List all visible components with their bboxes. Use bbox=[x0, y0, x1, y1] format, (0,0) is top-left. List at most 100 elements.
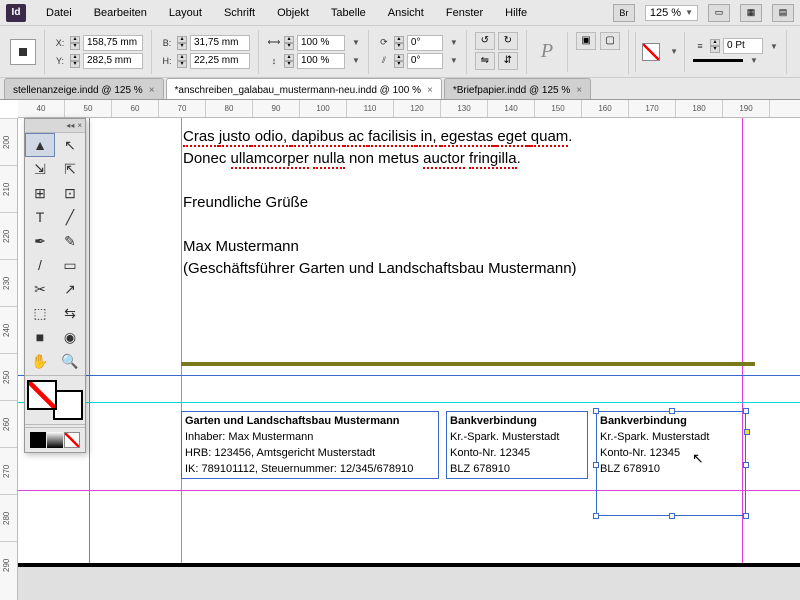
screen-mode-button[interactable]: ▦ bbox=[740, 4, 762, 22]
type-tool[interactable]: T bbox=[25, 205, 55, 229]
scale-y-field[interactable]: 100 % bbox=[297, 53, 345, 69]
w-field[interactable]: 31,75 mm bbox=[190, 35, 250, 51]
doc-tab-3-label: *Briefpapier.indd @ 125 % bbox=[453, 85, 570, 96]
x-spinner[interactable]: ▴▾ bbox=[70, 36, 80, 50]
menu-layout[interactable]: Layout bbox=[159, 5, 212, 21]
horizontal-ruler[interactable]: 4050607080901001101201301401501601701801… bbox=[18, 100, 800, 118]
h-field[interactable]: 22,25 mm bbox=[190, 53, 250, 69]
menu-file[interactable]: Datei bbox=[36, 5, 82, 21]
shear-spinner[interactable]: ▴▾ bbox=[394, 54, 404, 68]
footer-frame-3-selected[interactable]: Bankverbindung Kr.-Spark. Musterstadt Ko… bbox=[596, 411, 746, 516]
collapse-icon[interactable]: ◂◂ bbox=[66, 121, 74, 130]
scissors-tool[interactable]: ✂ bbox=[25, 277, 55, 301]
selection-tool[interactable]: ▲ bbox=[25, 133, 55, 157]
pencil-tool[interactable]: ✎ bbox=[55, 229, 85, 253]
view-mode-button[interactable]: ▭ bbox=[708, 4, 730, 22]
w-spinner[interactable]: ▴▾ bbox=[177, 36, 187, 50]
menu-edit[interactable]: Bearbeiten bbox=[84, 5, 157, 21]
toolbox-panel[interactable]: ◂◂× ▲ ↖ ⇲ ⇱ ⊞ ⊡ T ╱ ✒ ✎ / ▭ ✂ ↗ ⬚ ⇆ ■ ◉ … bbox=[24, 118, 86, 453]
flip-h-button[interactable]: ⇋ bbox=[475, 52, 495, 70]
doc-tab-2[interactable]: *anschreiben_galabau_mustermann-neu.indd… bbox=[166, 78, 442, 99]
selection-handle[interactable] bbox=[593, 462, 599, 468]
company-name: Garten und Landschaftsbau Mustermann bbox=[185, 415, 400, 427]
stroke-style[interactable] bbox=[693, 59, 743, 62]
line-tool[interactable]: ╱ bbox=[55, 205, 85, 229]
selection-handle[interactable] bbox=[669, 408, 675, 414]
zoom-select[interactable]: 125 %▼ bbox=[645, 5, 698, 21]
close-icon[interactable]: × bbox=[77, 121, 82, 130]
gradient-swatch-tool[interactable]: ⬚ bbox=[25, 301, 55, 325]
scale-x-field[interactable]: 100 % bbox=[297, 35, 345, 51]
shear-field[interactable]: 0° bbox=[407, 53, 443, 69]
sender-name: Max Mustermann bbox=[183, 236, 663, 258]
bridge-button[interactable]: Br bbox=[613, 4, 635, 22]
reference-point-grid[interactable] bbox=[10, 39, 36, 65]
doc-tab-1[interactable]: stellenanzeige.indd @ 125 %× bbox=[4, 78, 164, 99]
content-placer-tool[interactable]: ⊡ bbox=[55, 181, 85, 205]
rot-spinner[interactable]: ▴▾ bbox=[394, 36, 404, 50]
doc-tab-3[interactable]: *Briefpapier.indd @ 125 % × bbox=[444, 78, 591, 99]
canvas[interactable]: Cras justo odio, dapibus ac facilisis in… bbox=[18, 118, 800, 600]
rotate-ccw-button[interactable]: ↺ bbox=[475, 32, 495, 50]
apply-gradient-button[interactable] bbox=[47, 432, 63, 448]
y-spinner[interactable]: ▴▾ bbox=[70, 54, 80, 68]
menu-table[interactable]: Tabelle bbox=[321, 5, 376, 21]
direct-selection-tool[interactable]: ↖ bbox=[55, 133, 85, 157]
selection-handle[interactable] bbox=[743, 408, 749, 414]
note-tool[interactable]: ■ bbox=[25, 325, 55, 349]
flip-v-button[interactable]: ⇵ bbox=[498, 52, 518, 70]
rectangle-tool[interactable]: ▭ bbox=[55, 253, 85, 277]
apply-none-button[interactable] bbox=[64, 432, 80, 448]
stroke-spinner[interactable]: ▴▾ bbox=[710, 39, 720, 53]
hand-tool[interactable]: ✋ bbox=[25, 349, 55, 373]
select-content-button[interactable]: ▣ bbox=[576, 32, 596, 50]
divider-line[interactable] bbox=[181, 362, 755, 366]
menu-window[interactable]: Fenster bbox=[436, 5, 493, 21]
page-tool[interactable]: ⇲ bbox=[25, 157, 55, 181]
selection-handle[interactable] bbox=[593, 408, 599, 414]
guide-horizontal-2[interactable] bbox=[18, 402, 800, 403]
rotation-field[interactable]: 0° bbox=[407, 35, 443, 51]
menu-help[interactable]: Hilfe bbox=[495, 5, 537, 21]
gap-tool[interactable]: ⇱ bbox=[55, 157, 85, 181]
menu-type[interactable]: Schrift bbox=[214, 5, 265, 21]
rectangle-frame-tool[interactable]: / bbox=[25, 253, 55, 277]
selection-handle[interactable] bbox=[593, 513, 599, 519]
selection-handle[interactable] bbox=[743, 513, 749, 519]
eyedropper-tool[interactable]: ◉ bbox=[55, 325, 85, 349]
h-spinner[interactable]: ▴▾ bbox=[177, 54, 187, 68]
zoom-tool[interactable]: 🔍 bbox=[55, 349, 85, 373]
stroke-color[interactable] bbox=[53, 390, 83, 420]
free-transform-tool[interactable]: ↗ bbox=[55, 277, 85, 301]
rotate-cw-button[interactable]: ↻ bbox=[498, 32, 518, 50]
arrange-button[interactable]: ▤ bbox=[772, 4, 794, 22]
out-port-handle[interactable] bbox=[744, 429, 750, 435]
menu-view[interactable]: Ansicht bbox=[378, 5, 434, 21]
sy-spinner[interactable]: ▴▾ bbox=[284, 54, 294, 68]
vertical-ruler[interactable]: 200210220230240250260270280290 bbox=[0, 118, 18, 600]
guide-vertical[interactable] bbox=[181, 118, 182, 600]
fill-swatch[interactable] bbox=[642, 43, 660, 61]
close-icon[interactable]: × bbox=[149, 85, 155, 96]
panel-header[interactable]: ◂◂× bbox=[25, 119, 85, 133]
footer-frame-1[interactable]: Garten und Landschaftsbau Mustermann Inh… bbox=[181, 411, 439, 479]
footer-frame-2[interactable]: Bankverbindung Kr.-Spark. Musterstadt Ko… bbox=[446, 411, 588, 479]
apply-color-button[interactable] bbox=[30, 432, 46, 448]
stroke-weight-field[interactable]: 0 Pt bbox=[723, 38, 763, 54]
selection-handle[interactable] bbox=[743, 462, 749, 468]
sx-spinner[interactable]: ▴▾ bbox=[284, 36, 294, 50]
x-field[interactable]: 158,75 mm bbox=[83, 35, 143, 51]
guide-horizontal[interactable] bbox=[18, 375, 800, 376]
select-container-button[interactable]: ▢ bbox=[600, 32, 620, 50]
pen-tool[interactable]: ✒ bbox=[25, 229, 55, 253]
close-icon[interactable]: × bbox=[427, 85, 433, 96]
fill-color[interactable] bbox=[27, 380, 57, 410]
close-icon[interactable]: × bbox=[576, 85, 582, 96]
fill-stroke-swatch[interactable] bbox=[27, 380, 83, 420]
y-field[interactable]: 282,5 mm bbox=[83, 53, 143, 69]
body-text-frame[interactable]: Cras justo odio, dapibus ac facilisis in… bbox=[183, 126, 663, 280]
content-collector-tool[interactable]: ⊞ bbox=[25, 181, 55, 205]
menu-object[interactable]: Objekt bbox=[267, 5, 319, 21]
selection-handle[interactable] bbox=[669, 513, 675, 519]
gradient-feather-tool[interactable]: ⇆ bbox=[55, 301, 85, 325]
